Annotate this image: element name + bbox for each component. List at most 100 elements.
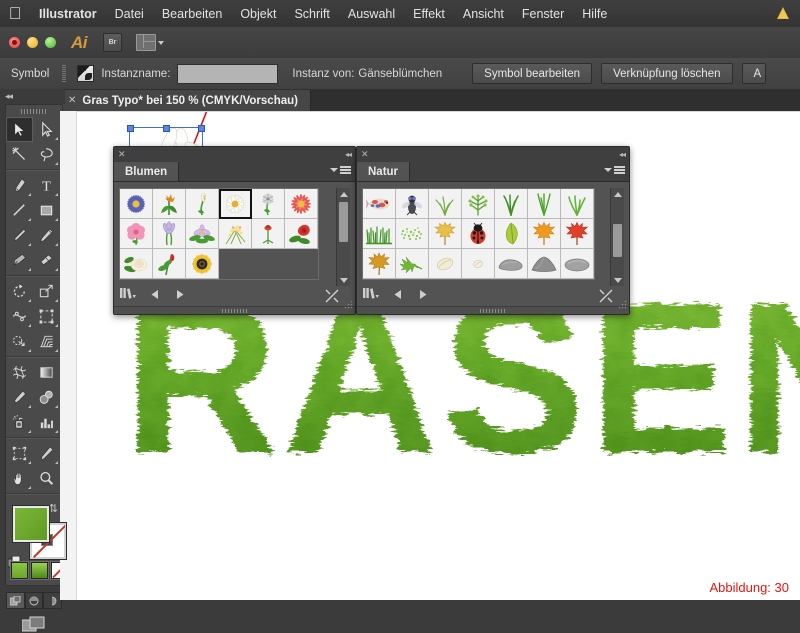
close-panel-icon[interactable]: ✕ [118,150,126,159]
magic-wand-tool[interactable] [6,142,33,167]
panel-drag-handle-natur[interactable] [357,306,629,314]
resize-grip-icon[interactable] [344,296,353,309]
next-library-icon[interactable] [174,287,185,305]
symbol-cell-gold-maple-leaf-symbol[interactable] [363,249,396,279]
eraser-tool[interactable] [33,248,60,273]
blend-tool[interactable] [33,385,60,410]
scroll-down-arrow-icon[interactable] [337,274,350,286]
previous-library-icon[interactable] [150,287,161,305]
zoom-tool[interactable] [33,466,60,491]
draw-behind-icon[interactable] [24,592,44,609]
symbol-cell-orange-maple-leaf-symbol[interactable] [528,219,561,249]
symbol-cell-pointed-stone-symbol[interactable] [528,249,561,279]
symbol-cell-red-maple-leaf-symbol[interactable] [561,219,594,249]
selection-handle[interactable] [127,125,134,132]
slice-tool[interactable] [33,441,60,466]
close-window-button[interactable] [9,37,20,48]
color-swatch[interactable] [11,562,28,579]
arrange-documents-icon[interactable] [136,34,164,51]
gradient-swatch[interactable] [31,562,48,579]
rectangle-tool[interactable] [33,198,60,223]
symbol-cell-dandelion-symbol[interactable] [252,189,285,219]
selection-handle[interactable] [163,125,170,132]
change-screen-mode-icon[interactable] [6,616,62,633]
symbols-panel-natur[interactable]: ✕ ◂◂ Natur [356,146,630,315]
symbol-cell-round-stone-symbol[interactable] [561,249,594,279]
symbol-cell-grass-tuft-symbol[interactable] [495,189,528,219]
close-panel-icon[interactable]: ✕ [361,150,369,159]
menu-item-auswahl[interactable]: Auswahl [339,0,404,27]
symbol-cell-grass-clump-symbol[interactable] [561,189,594,219]
symbol-cell-koi-fish-symbol[interactable] [363,189,396,219]
symbol-cell-yellow-maple-leaf-symbol[interactable] [429,219,462,249]
symbol-cell-rose-bud-symbol[interactable] [153,249,186,279]
document-tab[interactable]: ✕ Gras Typo* bei 150 % (CMYK/Vorschau) [60,90,311,111]
symbols-panel-blumen[interactable]: ✕ ◂◂ Blumen [113,146,356,315]
scale-tool[interactable] [33,279,60,304]
draw-normal-icon[interactable] [6,592,25,609]
instance-name-input[interactable] [177,63,279,84]
symbol-cell-iris-symbol[interactable] [153,219,186,249]
menu-item-hilfe[interactable]: Hilfe [573,0,616,27]
symbol-cell-flat-stone-symbol[interactable] [495,249,528,279]
artboard-tool[interactable] [6,441,33,466]
symbol-cell-green-grass-row-symbol[interactable] [363,219,396,249]
hand-tool[interactable] [6,466,33,491]
type-tool[interactable]: T [33,173,60,198]
panel-menu-icon[interactable] [330,166,351,174]
symbol-cell-seed-pod-symbol[interactable] [429,249,462,279]
direct-selection-tool[interactable] [33,117,60,142]
panel-menu-icon[interactable] [604,166,625,174]
collapse-panel-icon[interactable]: ◂◂ [0,89,65,104]
symbol-cell-red-rose-symbol[interactable] [285,219,318,249]
minimize-window-button[interactable] [27,37,38,48]
shape-builder-tool[interactable] [6,329,33,354]
menu-item-datei[interactable]: Datei [106,0,153,27]
menu-item-objekt[interactable]: Objekt [231,0,285,27]
eyedropper-tool[interactable] [6,385,33,410]
panel-title-bar-blumen[interactable]: ✕ ◂◂ [114,147,355,162]
previous-library-icon[interactable] [393,287,404,305]
swap-fill-stroke-icon[interactable]: ⇅ [49,502,58,515]
scroll-up-arrow-icon[interactable] [337,188,350,200]
selection-tool[interactable] [6,117,33,142]
symbol-cell-bird-of-paradise-symbol[interactable] [153,189,186,219]
symbol-cell-wildflower-symbol[interactable] [219,219,252,249]
symbol-cell-poppy-bud-symbol[interactable] [252,219,285,249]
panel-drag-handle-blumen[interactable] [114,306,355,314]
gradient-tool[interactable] [33,360,60,385]
blob-brush-tool[interactable] [6,248,33,273]
lasso-tool[interactable] [33,142,60,167]
overflow-button[interactable]: A [741,63,767,84]
scroll-down-arrow-icon[interactable] [611,274,624,286]
apple-logo-icon[interactable]:  [0,5,30,22]
symbol-grid-natur[interactable] [362,188,595,280]
menu-item-schrift[interactable]: Schrift [285,0,338,27]
paintbrush-tool[interactable] [6,223,33,248]
symbol-cell-reed-grass-symbol[interactable] [429,189,462,219]
rotate-tool[interactable] [6,279,33,304]
panel-tab-natur[interactable]: Natur [357,162,411,181]
break-link-icon[interactable] [599,289,613,308]
symbol-cell-daisy-symbol[interactable] [219,189,252,219]
menu-item-ansicht[interactable]: Ansicht [454,0,513,27]
scrollbar-thumb[interactable] [613,224,622,257]
symbol-sprayer-tool[interactable] [6,410,33,435]
selection-handle[interactable] [198,125,205,132]
collapse-panel-icon[interactable]: ◂◂ [345,150,352,159]
column-graph-tool[interactable] [33,410,60,435]
symbol-cell-calla-lily-symbol[interactable] [186,189,219,219]
symbol-cell-grass-blades-symbol[interactable] [528,189,561,219]
break-link-icon[interactable] [325,289,339,308]
break-link-button[interactable]: Verknüpfung löschen [601,63,733,84]
symbol-libraries-menu-icon[interactable] [363,287,380,305]
next-library-icon[interactable] [417,287,428,305]
symbol-cell-white-rose-symbol[interactable] [120,249,153,279]
symbol-grid-blumen[interactable] [119,188,319,280]
menu-item-effekt[interactable]: Effekt [404,0,454,27]
symbol-cell-aster-flower-symbol[interactable] [120,189,153,219]
scroll-up-arrow-icon[interactable] [611,188,624,200]
tools-panel-grip[interactable] [6,105,62,117]
symbol-libraries-menu-icon[interactable] [120,287,137,305]
symbol-cell-sunflower-symbol[interactable] [186,249,219,279]
